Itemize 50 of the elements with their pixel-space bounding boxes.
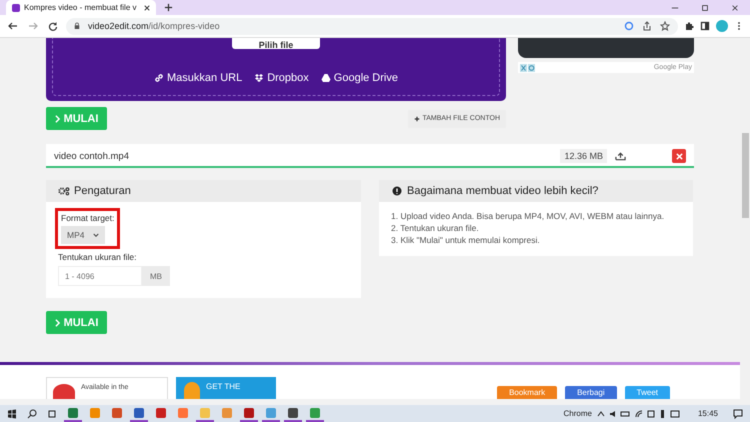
- ad-close-icon[interactable]: [520, 64, 536, 72]
- upload-source-link[interactable]: Google Drive: [320, 72, 398, 84]
- panel-title: Pengaturan: [74, 185, 131, 197]
- restore-icon[interactable]: [701, 4, 709, 12]
- close-icon: [676, 152, 682, 160]
- new-tab-icon[interactable]: [164, 3, 173, 12]
- dropbox-icon: [254, 73, 264, 83]
- address-bar[interactable]: video2edit.com/id/kompres-video: [66, 18, 678, 34]
- close-icon[interactable]: [144, 4, 150, 10]
- back-icon[interactable]: [8, 21, 18, 31]
- chevron-icon: [54, 318, 60, 326]
- puzzle-icon[interactable]: [684, 21, 694, 31]
- tray-app-label: Chrome: [564, 409, 592, 418]
- gears-icon: [58, 186, 70, 196]
- drive-icon: [320, 73, 331, 83]
- notification-icon[interactable]: [733, 408, 743, 418]
- search-icon[interactable]: [27, 408, 37, 418]
- star-icon[interactable]: [660, 21, 670, 31]
- size-input[interactable]: 1 - 4096: [58, 266, 142, 286]
- windows-start-icon[interactable]: [7, 408, 17, 418]
- instruction-step: 3. Klik "Mulai" untuk memulai kompresi.: [391, 234, 540, 246]
- share-icon[interactable]: [642, 21, 652, 31]
- instruction-step: 1. Upload video Anda. Bisa berupa MP4, MOV, AVI, WEBM atau lainnya.: [391, 210, 664, 222]
- share-button[interactable]: Berbagi: [565, 386, 617, 399]
- caret-icon: [93, 232, 99, 238]
- field-label: Tentukan ukuran file:: [58, 252, 136, 262]
- close-icon[interactable]: [731, 4, 739, 12]
- upload-source-link[interactable]: Masukkan URL: [154, 72, 242, 84]
- choose-file-button[interactable]: Pilih file: [232, 38, 320, 49]
- instruction-step: 2. Tentukan ukuran file.: [391, 222, 479, 234]
- upload-source-link[interactable]: Dropbox: [254, 72, 309, 84]
- task-view-icon[interactable]: [47, 408, 57, 418]
- link-icon: [154, 73, 164, 83]
- chevron-icon: [54, 114, 60, 122]
- reload-icon[interactable]: [48, 21, 58, 31]
- plus-icon: [414, 116, 420, 122]
- site-favicon-icon: [12, 4, 20, 12]
- file-name: video contoh.mp4: [54, 150, 129, 162]
- browser-tab[interactable]: Kompres video - membuat file v: [6, 0, 156, 15]
- info-icon: [391, 186, 403, 196]
- remove-file-button[interactable]: [672, 149, 686, 163]
- panel-title: Bagaimana membuat video lebih kecil?: [407, 185, 598, 197]
- file-size: 12.36 MB: [560, 149, 607, 163]
- unit-addon: MB: [142, 266, 170, 286]
- lock-icon: [74, 22, 80, 30]
- field-label: Format target:: [61, 213, 114, 223]
- sidebar-icon[interactable]: [700, 21, 710, 31]
- clock: 15:45: [698, 409, 718, 418]
- format-dropdown[interactable]: MP4: [61, 226, 105, 244]
- upload-cloud-icon[interactable]: [615, 151, 626, 161]
